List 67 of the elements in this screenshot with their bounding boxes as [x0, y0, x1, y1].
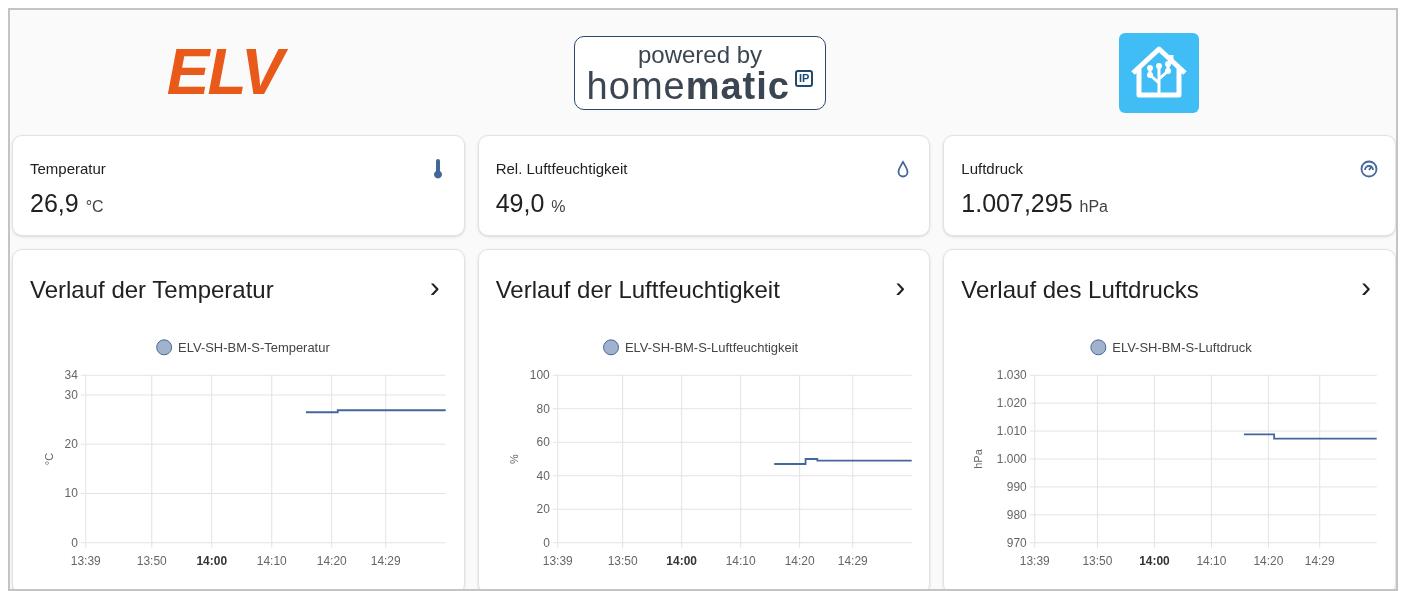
legend-label[interactable]: ELV-SH-BM-S-Luftdruck: [1112, 340, 1253, 356]
y-tick-label: 100: [529, 368, 550, 383]
y-tick-label: 20: [64, 437, 78, 452]
x-tick-label: 14:20: [784, 553, 815, 568]
x-tick-label: 13:39: [70, 553, 101, 568]
x-tick-label: 13:50: [136, 553, 167, 568]
y-axis-title: %: [508, 454, 521, 464]
sensor-unit: °C: [85, 196, 104, 217]
sensor-name: Temperatur: [30, 159, 106, 179]
sensor-unit: hPa: [1079, 196, 1108, 217]
y-tick-label: 1.030: [997, 368, 1028, 383]
x-tick-label: 14:10: [256, 553, 287, 568]
y-tick-label: 40: [536, 468, 550, 483]
x-tick-label: 14:29: [1305, 553, 1335, 568]
y-tick-label: 10: [64, 486, 78, 501]
y-axis-title: °C: [42, 452, 55, 466]
sensor-value: 26,9: [30, 187, 79, 219]
x-tick-label: 14:00: [1139, 553, 1171, 568]
legend-dot[interactable]: [1090, 339, 1107, 356]
legend-label[interactable]: ELV-SH-BM-S-Luftfeuchtigkeit: [624, 340, 798, 356]
x-tick-label: 14:20: [316, 553, 347, 568]
x-tick-label: 13:50: [607, 553, 638, 568]
x-tick-label: 14:29: [837, 553, 868, 568]
card-title: Verlauf der Luftfeuchtigkeit: [495, 275, 780, 305]
x-tick-label: 13:39: [1020, 553, 1050, 568]
sensor-card[interactable]: Rel. Luftfeuchtigkeit 49,0 %: [477, 135, 931, 236]
x-tick-label: 13:39: [542, 553, 573, 568]
y-tick-label: 60: [536, 435, 550, 450]
sensor-value: 1.007,295: [961, 187, 1073, 219]
y-tick-label: 980: [1007, 507, 1028, 522]
x-tick-label: 14:29: [370, 553, 401, 568]
card-title: Verlauf des Luftdrucks: [961, 275, 1199, 305]
legend-dot[interactable]: [156, 339, 173, 356]
sensor-card[interactable]: Temperatur 26,9 °C: [12, 135, 465, 236]
sensor-unit: %: [551, 196, 566, 217]
x-tick-label: 14:20: [1253, 553, 1284, 568]
chevron-button[interactable]: ›: [888, 272, 913, 302]
elv-logo: ELV: [158, 35, 290, 110]
y-tick-label: 990: [1007, 479, 1028, 494]
sensor-name: Luftdruck: [961, 159, 1024, 179]
y-tick-label: 1.020: [997, 396, 1028, 411]
y-tick-label: 970: [1007, 535, 1028, 550]
gauge-icon: [1360, 159, 1378, 180]
chevron-button[interactable]: ›: [422, 272, 447, 302]
x-tick-label: 14:10: [1196, 553, 1227, 568]
y-tick-label: 1.010: [997, 424, 1028, 439]
y-tick-label: 0: [542, 535, 550, 550]
logo-tagline: powered by: [637, 42, 762, 67]
y-tick-label: 34: [64, 368, 78, 383]
x-tick-label: 14:10: [725, 553, 756, 568]
x-tick-label: 14:00: [666, 553, 697, 568]
y-axis-title: hPa: [972, 449, 985, 469]
y-tick-label: 80: [536, 401, 550, 416]
sensor-value: 49,0: [495, 187, 545, 219]
card-title: Verlauf der Temperatur: [30, 275, 274, 305]
y-tick-label: 1.000: [997, 452, 1028, 466]
legend-dot[interactable]: [602, 339, 619, 356]
y-tick-label: 20: [536, 502, 550, 517]
chevron-button[interactable]: ›: [1354, 272, 1378, 302]
x-tick-label: 14:00: [196, 553, 228, 568]
legend-label[interactable]: ELV-SH-BM-S-Temperatur: [178, 340, 330, 356]
logo-badge: IP: [794, 69, 814, 87]
sensor-name: Rel. Luftfeuchtigkeit: [495, 159, 628, 179]
y-tick-label: 30: [64, 387, 78, 402]
y-tick-label: 0: [71, 535, 78, 550]
x-tick-label: 13:50: [1082, 553, 1113, 568]
sensor-card[interactable]: Luftdruck 1.007,295 hPa: [943, 135, 1396, 236]
